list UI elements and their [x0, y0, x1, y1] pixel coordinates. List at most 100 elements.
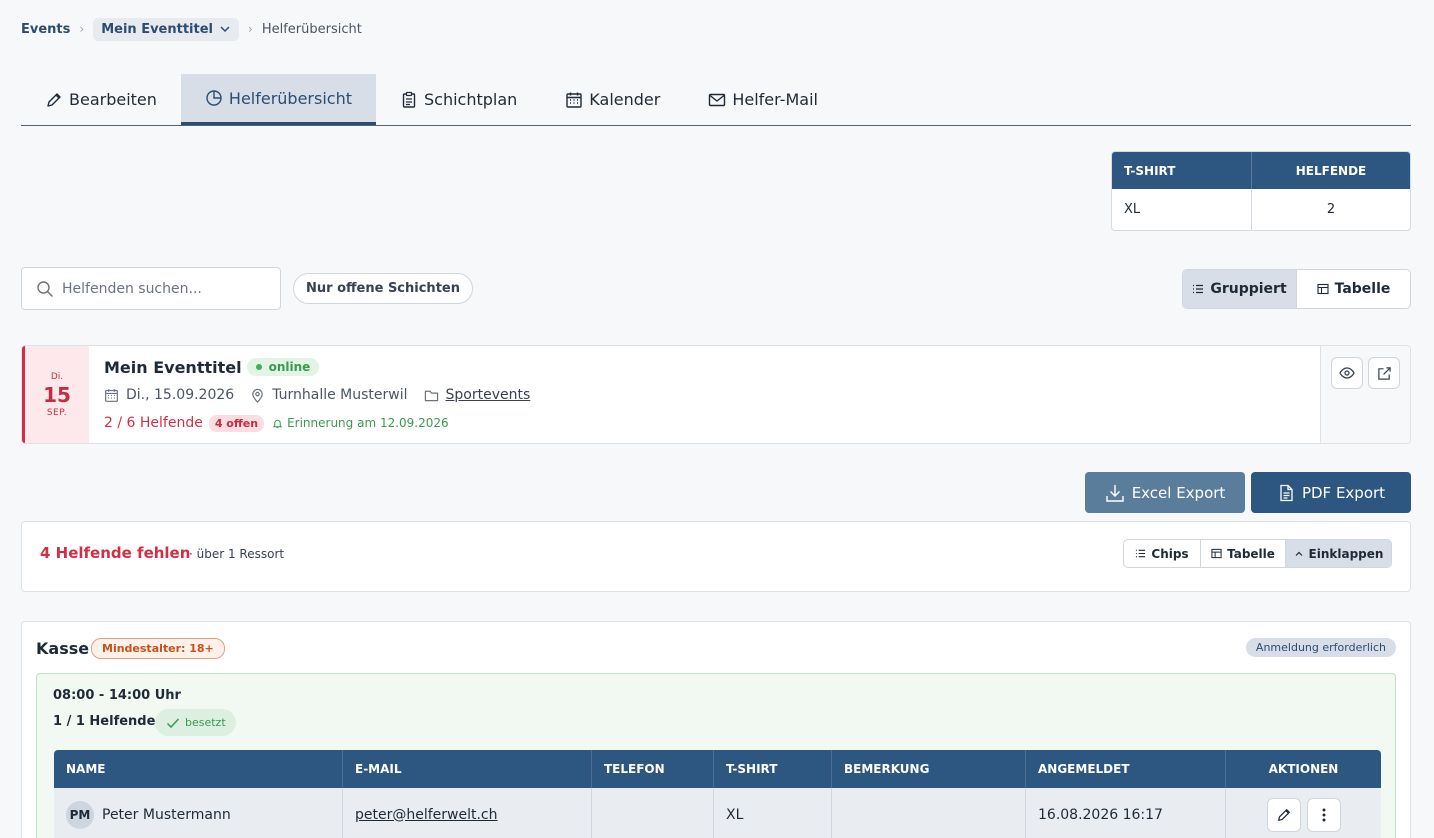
column-header-helfende: HELFENDE: [1295, 163, 1367, 178]
tab-label: Schichtplan: [424, 90, 518, 109]
list-icon: [1136, 549, 1146, 558]
reminder-info: Erinnerung am 12.09.2026: [272, 416, 449, 430]
tab-schichtplan[interactable]: Schichtplan: [376, 74, 541, 125]
shift-status-badge: besetzt: [155, 709, 236, 736]
tab-bearbeiten[interactable]: Bearbeiten: [21, 74, 181, 125]
event-actions: [1320, 346, 1410, 443]
min-age-badge: Mindestalter: 18+: [91, 638, 225, 659]
tab-kalender[interactable]: Kalender: [541, 74, 684, 125]
search-input[interactable]: [62, 280, 262, 297]
excel-export-button[interactable]: Excel Export: [1085, 472, 1245, 513]
helper-email-link[interactable]: peter@helferwelt.ch: [355, 807, 498, 823]
table-view-button[interactable]: Tabelle: [1201, 540, 1286, 567]
event-title[interactable]: Mein Eventtitel: [104, 358, 242, 377]
table-icon: [1211, 548, 1222, 559]
ressort-card: Kasse Mindestalter: 18+ Anmeldung erford…: [21, 621, 1411, 838]
event-date-day: 15: [43, 382, 71, 407]
cell-tshirt-size: XL: [1112, 189, 1252, 230]
breadcrumb-event-dropdown[interactable]: Mein Eventtitel: [93, 17, 239, 41]
event-card: Di. 15 SEP. Mein Eventtitel online Di., …: [21, 345, 1411, 444]
event-date-weekday: Di.: [50, 371, 64, 382]
missing-helpers-title: 4 Helfende fehlen: [40, 544, 191, 562]
cell-remark: [832, 788, 1026, 838]
download-icon: [1105, 484, 1124, 502]
column-header-remark: BEMERKUNG: [832, 750, 1026, 788]
pencil-icon: [1277, 808, 1290, 821]
collapse-label: Einklappen: [1308, 546, 1384, 561]
open-external-button[interactable]: [1368, 357, 1400, 389]
shift-status-label: besetzt: [185, 716, 226, 729]
open-shifts-filter-chip[interactable]: Nur offene Schichten: [293, 273, 473, 304]
breadcrumb-events-link[interactable]: Events: [21, 22, 70, 37]
event-category-link[interactable]: Sportevents: [446, 387, 531, 403]
more-options-button[interactable]: [1306, 797, 1341, 832]
collapse-button[interactable]: Einklappen: [1286, 540, 1391, 567]
external-link-icon: [1377, 366, 1391, 380]
edit-helper-button[interactable]: [1266, 797, 1301, 832]
map-pin-icon: [252, 388, 263, 403]
event-body: Mein Eventtitel online Di., 15.09.2026 T…: [89, 346, 1320, 443]
tab-helfer-mail[interactable]: Helfer-Mail: [684, 74, 842, 125]
event-helper-count: 2 / 6 Helfende: [104, 415, 203, 431]
view-grouped-button[interactable]: Gruppiert: [1183, 270, 1297, 308]
column-header-tshirt: T-SHIRT: [714, 750, 832, 788]
column-header-email: E-MAIL: [343, 750, 592, 788]
cell-email: peter@helferwelt.ch: [343, 788, 592, 838]
cell-phone: [592, 788, 714, 838]
tshirt-summary-table: T-SHIRT HELFENDE XL 2: [1111, 151, 1411, 231]
table-header-row: NAME E-MAIL TELEFON T-SHIRT BEMERKUNG AN…: [54, 750, 1381, 788]
calendar-icon: [566, 92, 582, 108]
event-date: Di., 15.09.2026: [104, 387, 234, 403]
cell-registered: 16.08.2026 16:17: [1026, 788, 1226, 838]
breadcrumb: Events › Mein Eventtitel › Helferübersic…: [21, 16, 362, 42]
chevron-down-icon: [220, 26, 230, 33]
pdf-export-label: PDF Export: [1301, 483, 1386, 502]
tab-helferuebersicht[interactable]: Helferübersicht: [180, 74, 376, 125]
breadcrumb-separator: ›: [79, 22, 85, 36]
pencil-icon: [47, 92, 61, 107]
missing-view-switch: Chips Tabelle Einklappen: [1123, 539, 1392, 568]
shift-block: 08:00 - 14:00 Uhr 1 / 1 Helfende besetzt…: [36, 673, 1396, 838]
view-table-button[interactable]: Tabelle: [1297, 270, 1410, 308]
tab-label: Bearbeiten: [69, 90, 157, 109]
view-table-label: Tabelle: [1334, 281, 1391, 297]
mail-icon: [709, 93, 726, 106]
cell-actions: [1226, 788, 1381, 838]
column-header-phone: TELEFON: [592, 750, 714, 788]
cell-tshirt: XL: [714, 788, 832, 838]
event-category: Sportevents: [424, 387, 531, 403]
cell-name: PM Peter Mustermann: [54, 788, 343, 838]
breadcrumb-separator: ›: [248, 22, 253, 36]
chips-view-label: Chips: [1151, 546, 1189, 561]
folder-icon: [424, 390, 438, 401]
breadcrumb-current: Helferübersicht: [261, 21, 362, 37]
view-toggle: Gruppiert Tabelle: [1182, 269, 1411, 309]
avatar: PM: [66, 800, 94, 829]
status-badge-label: online: [268, 360, 311, 374]
helpers-table: NAME E-MAIL TELEFON T-SHIRT BEMERKUNG AN…: [54, 750, 1381, 838]
table-row: XL 2: [1112, 189, 1410, 230]
view-event-button[interactable]: [1331, 357, 1363, 389]
chips-view-button[interactable]: Chips: [1124, 540, 1201, 567]
registration-required-badge: Anmeldung erforderlich: [1245, 638, 1396, 657]
column-header-registered: ANGEMELDET: [1026, 750, 1226, 788]
tab-label: Helfer-Mail: [732, 90, 818, 109]
event-date-month: SEP.: [46, 407, 68, 418]
search-box: [21, 267, 281, 310]
table-row: PM Peter Mustermann peter@helferwelt.ch …: [54, 788, 1381, 838]
pdf-export-button[interactable]: PDF Export: [1251, 472, 1411, 513]
shift-helper-count: 1 / 1 Helfende: [53, 714, 156, 729]
view-grouped-label: Gruppiert: [1210, 281, 1287, 297]
more-vertical-icon: [1322, 808, 1325, 821]
calendar-icon: [105, 388, 118, 402]
search-icon: [37, 280, 53, 297]
missing-helpers-subtitle: · über 1 Ressort: [189, 547, 285, 561]
column-header-name: NAME: [54, 750, 343, 788]
pie-chart-icon: [206, 90, 222, 106]
check-icon: [166, 717, 180, 728]
missing-helpers-card: 4 Helfende fehlen · über 1 Ressort Chips…: [21, 521, 1411, 592]
event-date-text: Di., 15.09.2026: [126, 387, 235, 403]
eye-icon: [1339, 367, 1355, 379]
clipboard-icon: [402, 91, 416, 108]
chevron-up-icon: [1295, 551, 1302, 556]
